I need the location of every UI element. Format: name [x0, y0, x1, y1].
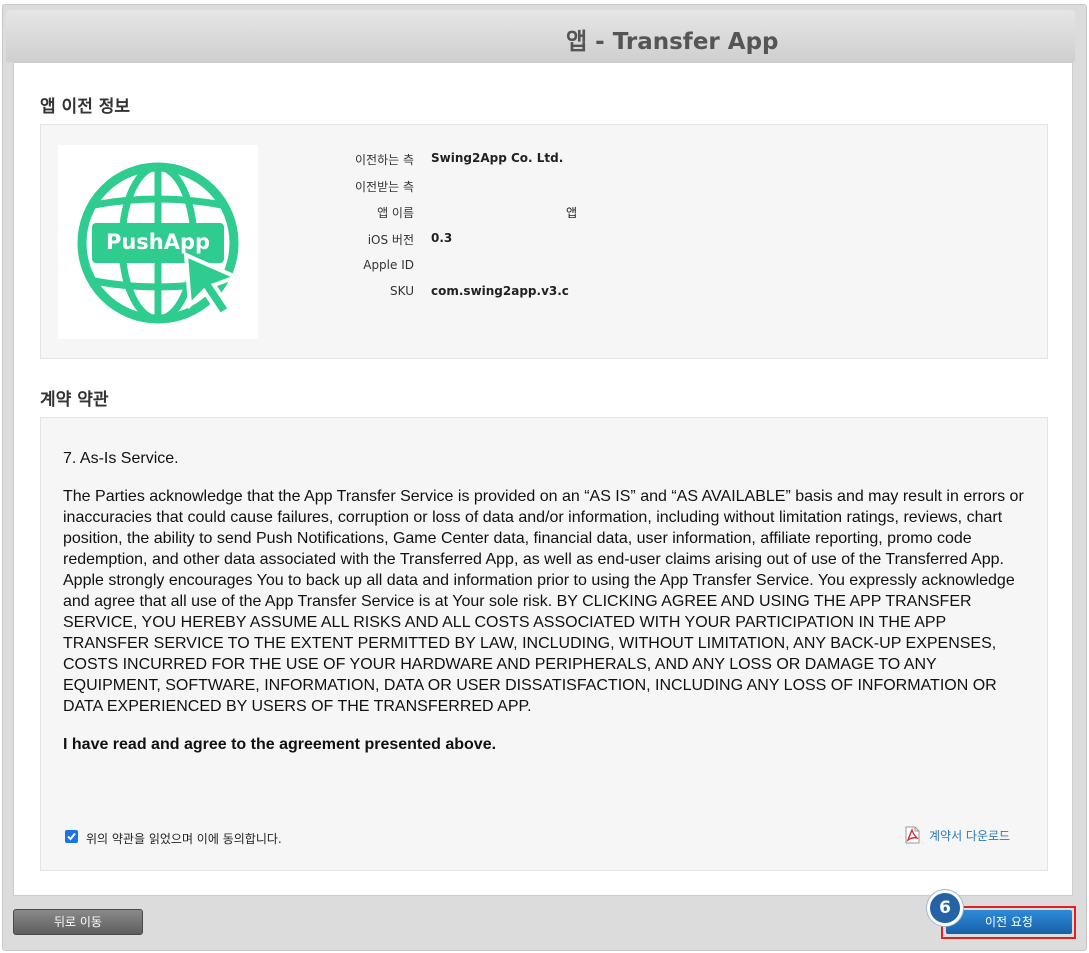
app-info-box: PushApp 이전하는 측 Swing2App Co. Ltd. 이전받는 측… [40, 124, 1048, 359]
terms-body: The Parties acknowledge that the App Tra… [63, 488, 1024, 715]
ios-version-value: 0.3 [431, 231, 453, 245]
checkmark-icon [67, 832, 76, 841]
transferor-value: Swing2App Co. Ltd. [431, 151, 564, 165]
back-button[interactable]: 뒤로 이동 [13, 909, 143, 935]
step-badge: 6 [927, 890, 963, 926]
sku-label: SKU [390, 284, 414, 298]
agree-checkbox[interactable] [65, 830, 78, 843]
terms-heading: 7. As-Is Service. [63, 450, 179, 467]
main-panel: 앱 이전 정보 PushApp 이전하는 측 Swing2App Co. Ltd… [13, 62, 1073, 896]
terms-section-title: 계약 약관 [40, 390, 109, 410]
page-title: 앱 - Transfer App [566, 29, 779, 55]
app-name-value: 앱 [565, 206, 577, 220]
sku-value: com.swing2app.v3.c [431, 284, 569, 298]
transferor-label: 이전하는 측 [354, 153, 414, 167]
ios-version-label: iOS 버전 [367, 233, 414, 247]
app-icon: PushApp [58, 145, 258, 339]
terms-box: 7. As-Is Service. The Parties acknowledg… [40, 417, 1048, 871]
download-contract-label[interactable]: 계약서 다운로드 [929, 827, 1010, 844]
pdf-icon [905, 826, 920, 844]
title-bar: 앱 - Transfer App [6, 10, 1075, 62]
apple-id-label: Apple ID [363, 258, 414, 272]
app-name-label: 앱 이름 [377, 206, 414, 220]
terms-agreement: I have read and agree to the agreement p… [63, 736, 497, 753]
agree-checkbox-label: 위의 약관을 읽었으며 이에 동의합니다. [86, 832, 282, 846]
app-info-section-title: 앱 이전 정보 [40, 97, 131, 117]
terms-text: 7. As-Is Service. The Parties acknowledg… [63, 448, 1033, 772]
app-icon-text: PushApp [105, 230, 211, 254]
recipient-label: 이전받는 측 [354, 180, 414, 194]
